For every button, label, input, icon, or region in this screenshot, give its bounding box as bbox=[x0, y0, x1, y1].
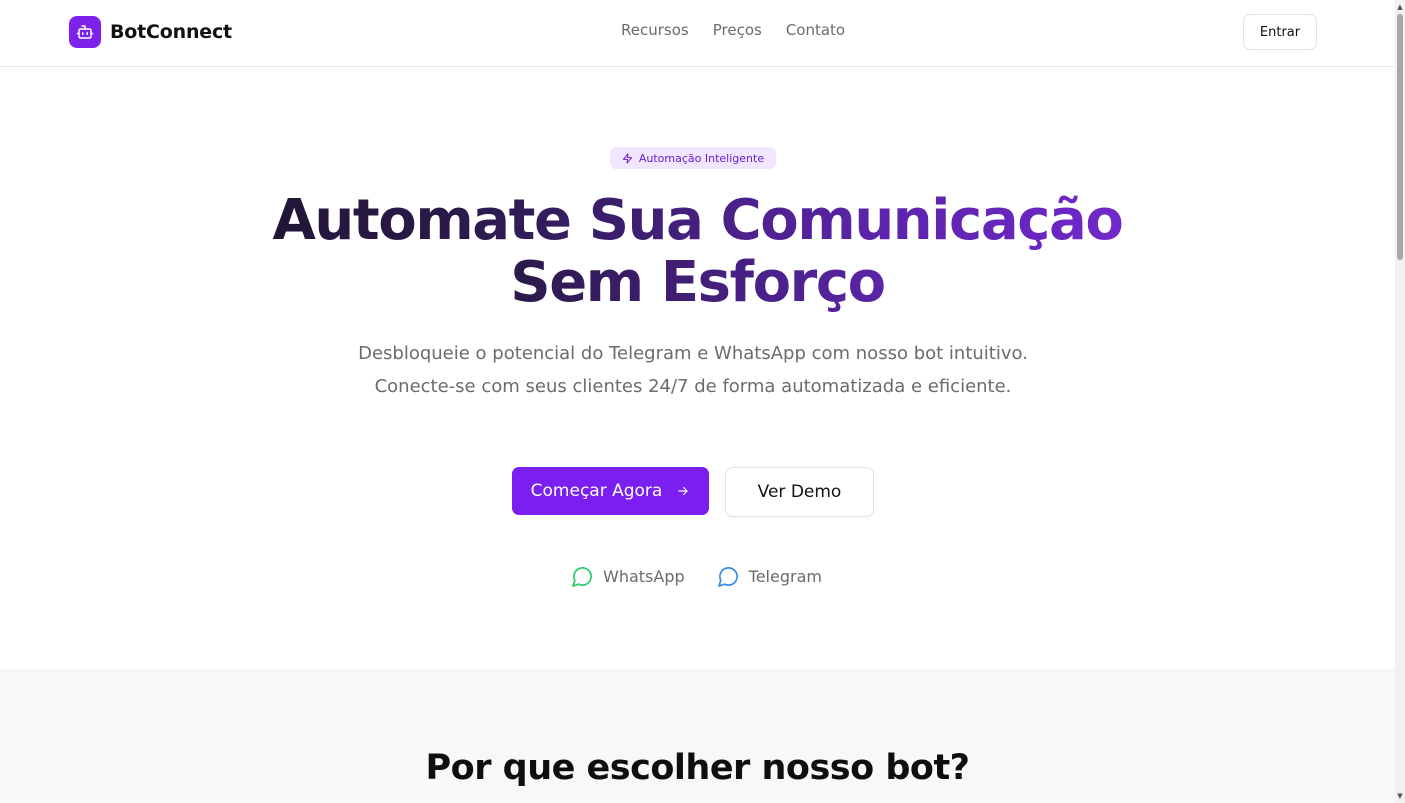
scroll-down-arrow-icon[interactable]: ▼ bbox=[1396, 791, 1404, 801]
hero-subtitle: Desbloqueie o potencial do Telegram e Wh… bbox=[358, 343, 1028, 397]
platform-telegram: Telegram bbox=[717, 565, 822, 588]
nav-link-contato[interactable]: Contato bbox=[786, 21, 845, 39]
get-started-button[interactable]: Começar Agora bbox=[512, 467, 709, 515]
page-scrollbar[interactable]: ▲ ▼ bbox=[1395, 0, 1405, 803]
page: BotConnect Recursos Preços Contato Entra… bbox=[0, 0, 1395, 803]
login-button[interactable]: Entrar bbox=[1243, 14, 1317, 50]
brand-name: BotConnect bbox=[110, 21, 232, 43]
cta-buttons: Começar Agora Ver Demo bbox=[512, 467, 874, 517]
features-section: Por que escolher nosso bot? bbox=[0, 669, 1395, 803]
scrollbar-thumb[interactable] bbox=[1397, 14, 1403, 260]
brand[interactable]: BotConnect bbox=[69, 16, 232, 48]
main-nav: Recursos Preços Contato bbox=[621, 21, 845, 39]
get-started-label: Começar Agora bbox=[530, 481, 663, 501]
whatsapp-chat-icon bbox=[572, 567, 592, 587]
hero-title: Automate Sua Comunicação Sem Esforço bbox=[0, 190, 1395, 314]
arrow-right-icon bbox=[678, 486, 689, 496]
telegram-chat-icon bbox=[717, 567, 738, 587]
top-navbar: BotConnect Recursos Preços Contato Entra… bbox=[0, 0, 1395, 67]
hero-title-line-1: Automate Sua Comunicação bbox=[0, 190, 1395, 252]
features-title: Por que escolher nosso bot? bbox=[425, 748, 971, 788]
nav-link-recursos[interactable]: Recursos bbox=[621, 21, 689, 39]
hero-badge: Automação Inteligente bbox=[610, 147, 776, 169]
platform-whatsapp: WhatsApp bbox=[571, 565, 685, 588]
scroll-up-arrow-icon[interactable]: ▲ bbox=[1396, 2, 1404, 12]
hero-badge-label: Automação Inteligente bbox=[638, 151, 765, 165]
platform-whatsapp-label: WhatsApp bbox=[603, 567, 685, 586]
nav-link-precos[interactable]: Preços bbox=[713, 21, 762, 39]
platform-telegram-label: Telegram bbox=[748, 567, 822, 586]
lightning-icon bbox=[622, 152, 633, 164]
bot-logo-icon bbox=[69, 16, 101, 48]
supported-platforms: WhatsApp Telegram bbox=[571, 565, 822, 588]
hero-title-line-2: Sem Esforço bbox=[510, 250, 886, 315]
view-demo-button[interactable]: Ver Demo bbox=[725, 467, 874, 517]
